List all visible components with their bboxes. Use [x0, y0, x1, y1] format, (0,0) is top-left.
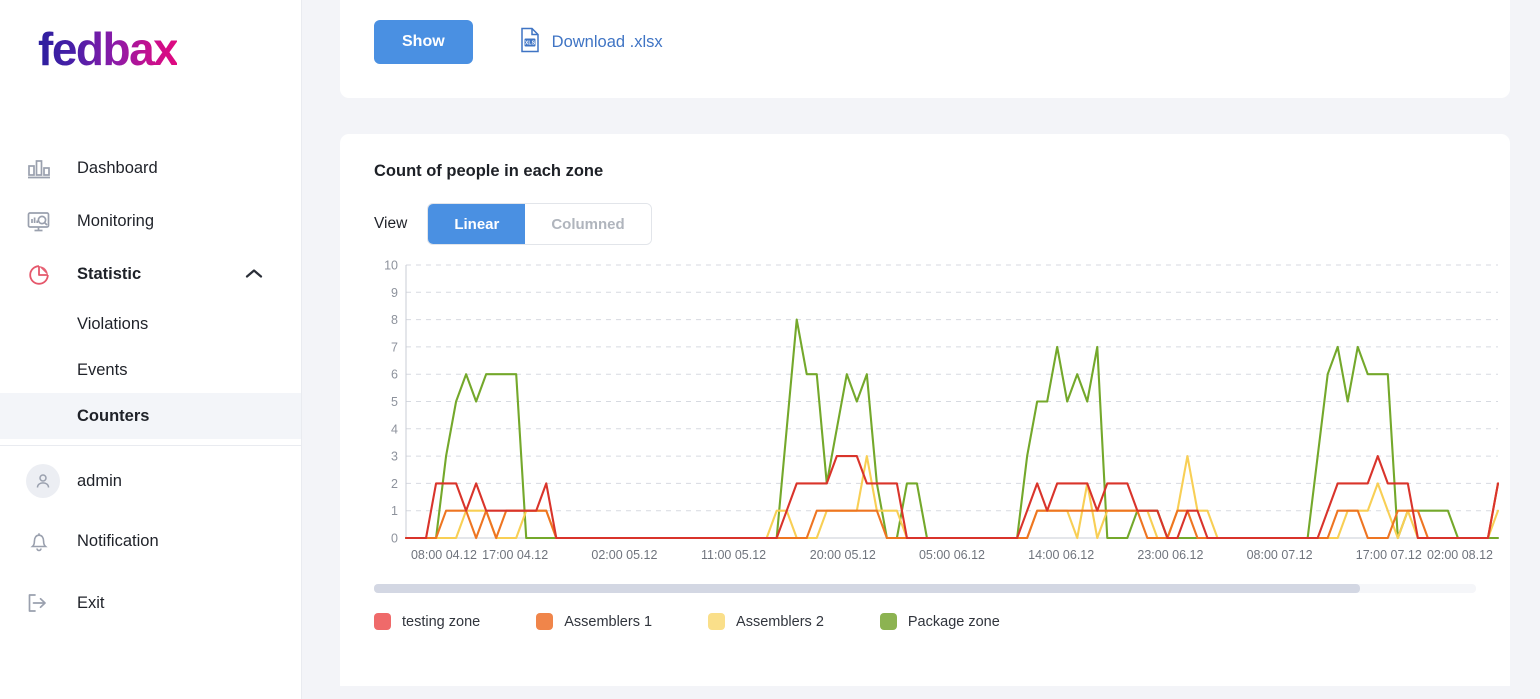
- svg-text:05:00 06.12: 05:00 06.12: [919, 548, 985, 562]
- sidebar-subitem-events[interactable]: Events: [0, 347, 301, 393]
- chart-legend: testing zone Assemblers 1 Assemblers 2 P…: [374, 613, 1476, 630]
- actions-card: Show XLS Download .xlsx: [340, 0, 1510, 98]
- legend-swatch-icon: [374, 613, 391, 630]
- legend-item-package-zone[interactable]: Package zone: [879, 613, 1000, 630]
- brand-logo-text: fedbax: [38, 23, 179, 75]
- svg-text:02:00 08.12: 02:00 08.12: [1427, 548, 1493, 562]
- sidebar-subitem-label: Violations: [77, 314, 149, 333]
- svg-text:2: 2: [391, 477, 398, 491]
- sidebar-subitem-label: Counters: [77, 406, 150, 425]
- svg-text:9: 9: [391, 286, 398, 300]
- svg-text:17:00 07.12: 17:00 07.12: [1356, 548, 1422, 562]
- svg-text:17:00 04.12: 17:00 04.12: [482, 548, 548, 562]
- chart-title: Count of people in each zone: [374, 162, 604, 180]
- legend-item-assemblers-1[interactable]: Assemblers 1: [536, 613, 652, 630]
- sidebar-item-dashboard[interactable]: Dashboard: [0, 142, 301, 195]
- legend-label: Package zone: [907, 613, 1000, 630]
- sidebar-item-statistic[interactable]: Statistic: [0, 248, 301, 301]
- svg-text:10: 10: [384, 259, 398, 273]
- svg-text:4: 4: [391, 422, 398, 436]
- line-chart-svg[interactable]: 0 1 2 3 4 5 6 7 8 9 10 08:00 04.12 17:00 04.12 02:00 …: [374, 257, 1502, 570]
- show-button[interactable]: Show: [374, 20, 473, 64]
- xls-file-icon: XLS: [519, 27, 541, 58]
- sidebar-item-notification[interactable]: Notification: [0, 510, 301, 572]
- view-option-linear[interactable]: Linear: [428, 204, 526, 244]
- svg-text:23:00 06.12: 23:00 06.12: [1137, 548, 1203, 562]
- legend-swatch-icon: [708, 613, 726, 630]
- sidebar-bottom-nav: admin Notification Exit: [0, 452, 301, 634]
- legend-swatch-icon: [879, 613, 897, 630]
- scrollbar-thumb[interactable]: [374, 584, 1361, 593]
- legend-label: Assemblers 1: [564, 613, 653, 630]
- sidebar-divider: [0, 445, 301, 446]
- view-toggle-row: View Linear Columned: [374, 203, 1476, 245]
- chevron-up-icon[interactable]: [245, 266, 263, 284]
- download-xlsx-label: Download .xlsx: [551, 32, 663, 51]
- chart-plot-area: 0 1 2 3 4 5 6 7 8 9 10 08:00 04.12 17:00 04.12 02:00 …: [374, 257, 1500, 575]
- sidebar-item-exit[interactable]: Exit: [0, 572, 301, 634]
- svg-text:5: 5: [391, 395, 398, 409]
- legend-item-assemblers-2[interactable]: Assemblers 2: [708, 613, 824, 630]
- svg-text:8: 8: [391, 313, 398, 327]
- svg-text:02:00 05.12: 02:00 05.12: [591, 548, 657, 562]
- sidebar-item-label: Monitoring: [77, 212, 155, 230]
- sidebar-item-label: Dashboard: [77, 159, 158, 177]
- sidebar-item-label: Notification: [77, 531, 159, 550]
- logout-icon: [26, 588, 60, 618]
- svg-text:7: 7: [391, 340, 398, 354]
- pie-chart-icon: [26, 260, 60, 290]
- legend-item-testing-zone[interactable]: testing zone: [374, 613, 480, 630]
- legend-label: Assemblers 2: [736, 613, 824, 630]
- main-content: Show XLS Download .xlsx Count of people …: [302, 0, 1540, 699]
- sidebar-subitem-counters[interactable]: Counters: [0, 393, 301, 439]
- svg-text:3: 3: [391, 450, 398, 464]
- chart-horizontal-scrollbar[interactable]: [374, 584, 1476, 593]
- sidebar-item-monitoring[interactable]: Monitoring: [0, 195, 301, 248]
- view-label: View: [374, 215, 408, 232]
- svg-text:1: 1: [391, 504, 398, 518]
- sidebar-item-label: Exit: [77, 593, 105, 612]
- legend-label: testing zone: [402, 613, 481, 630]
- sidebar-subitem-violations[interactable]: Violations: [0, 301, 301, 347]
- bell-icon: [26, 526, 60, 556]
- svg-text:14:00 06.12: 14:00 06.12: [1028, 548, 1094, 562]
- svg-text:11:00 05.12: 11:00 05.12: [701, 548, 766, 562]
- download-xlsx-link[interactable]: XLS Download .xlsx: [519, 27, 663, 58]
- sidebar: fedbax Dashboard Monitoring Statistic Vi…: [0, 0, 302, 699]
- svg-text:0: 0: [391, 532, 398, 546]
- legend-swatch-icon: [536, 613, 554, 630]
- sidebar-item-admin[interactable]: admin: [0, 452, 301, 510]
- svg-text:20:00 05.12: 20:00 05.12: [810, 548, 876, 562]
- svg-text:6: 6: [391, 368, 398, 382]
- monitor-search-icon: [26, 207, 60, 237]
- bar-chart-icon: [26, 154, 60, 184]
- sidebar-nav: Dashboard Monitoring Statistic Violation…: [0, 142, 301, 634]
- chart-card: Count of people in each zone View Linear…: [340, 134, 1510, 686]
- sidebar-item-label: Statistic: [77, 265, 142, 283]
- svg-text:08:00 04.12: 08:00 04.12: [411, 548, 477, 562]
- svg-text:XLS: XLS: [525, 40, 536, 46]
- brand-logo[interactable]: fedbax: [0, 0, 301, 120]
- view-toggle-group: Linear Columned: [427, 203, 652, 245]
- sidebar-item-label: admin: [77, 471, 122, 490]
- user-avatar-icon: [26, 464, 60, 498]
- svg-text:08:00 07.12: 08:00 07.12: [1247, 548, 1313, 562]
- sidebar-subitem-label: Events: [77, 360, 128, 379]
- app-root: fedbax Dashboard Monitoring Statistic Vi…: [0, 0, 1540, 699]
- view-option-columned[interactable]: Columned: [525, 204, 651, 244]
